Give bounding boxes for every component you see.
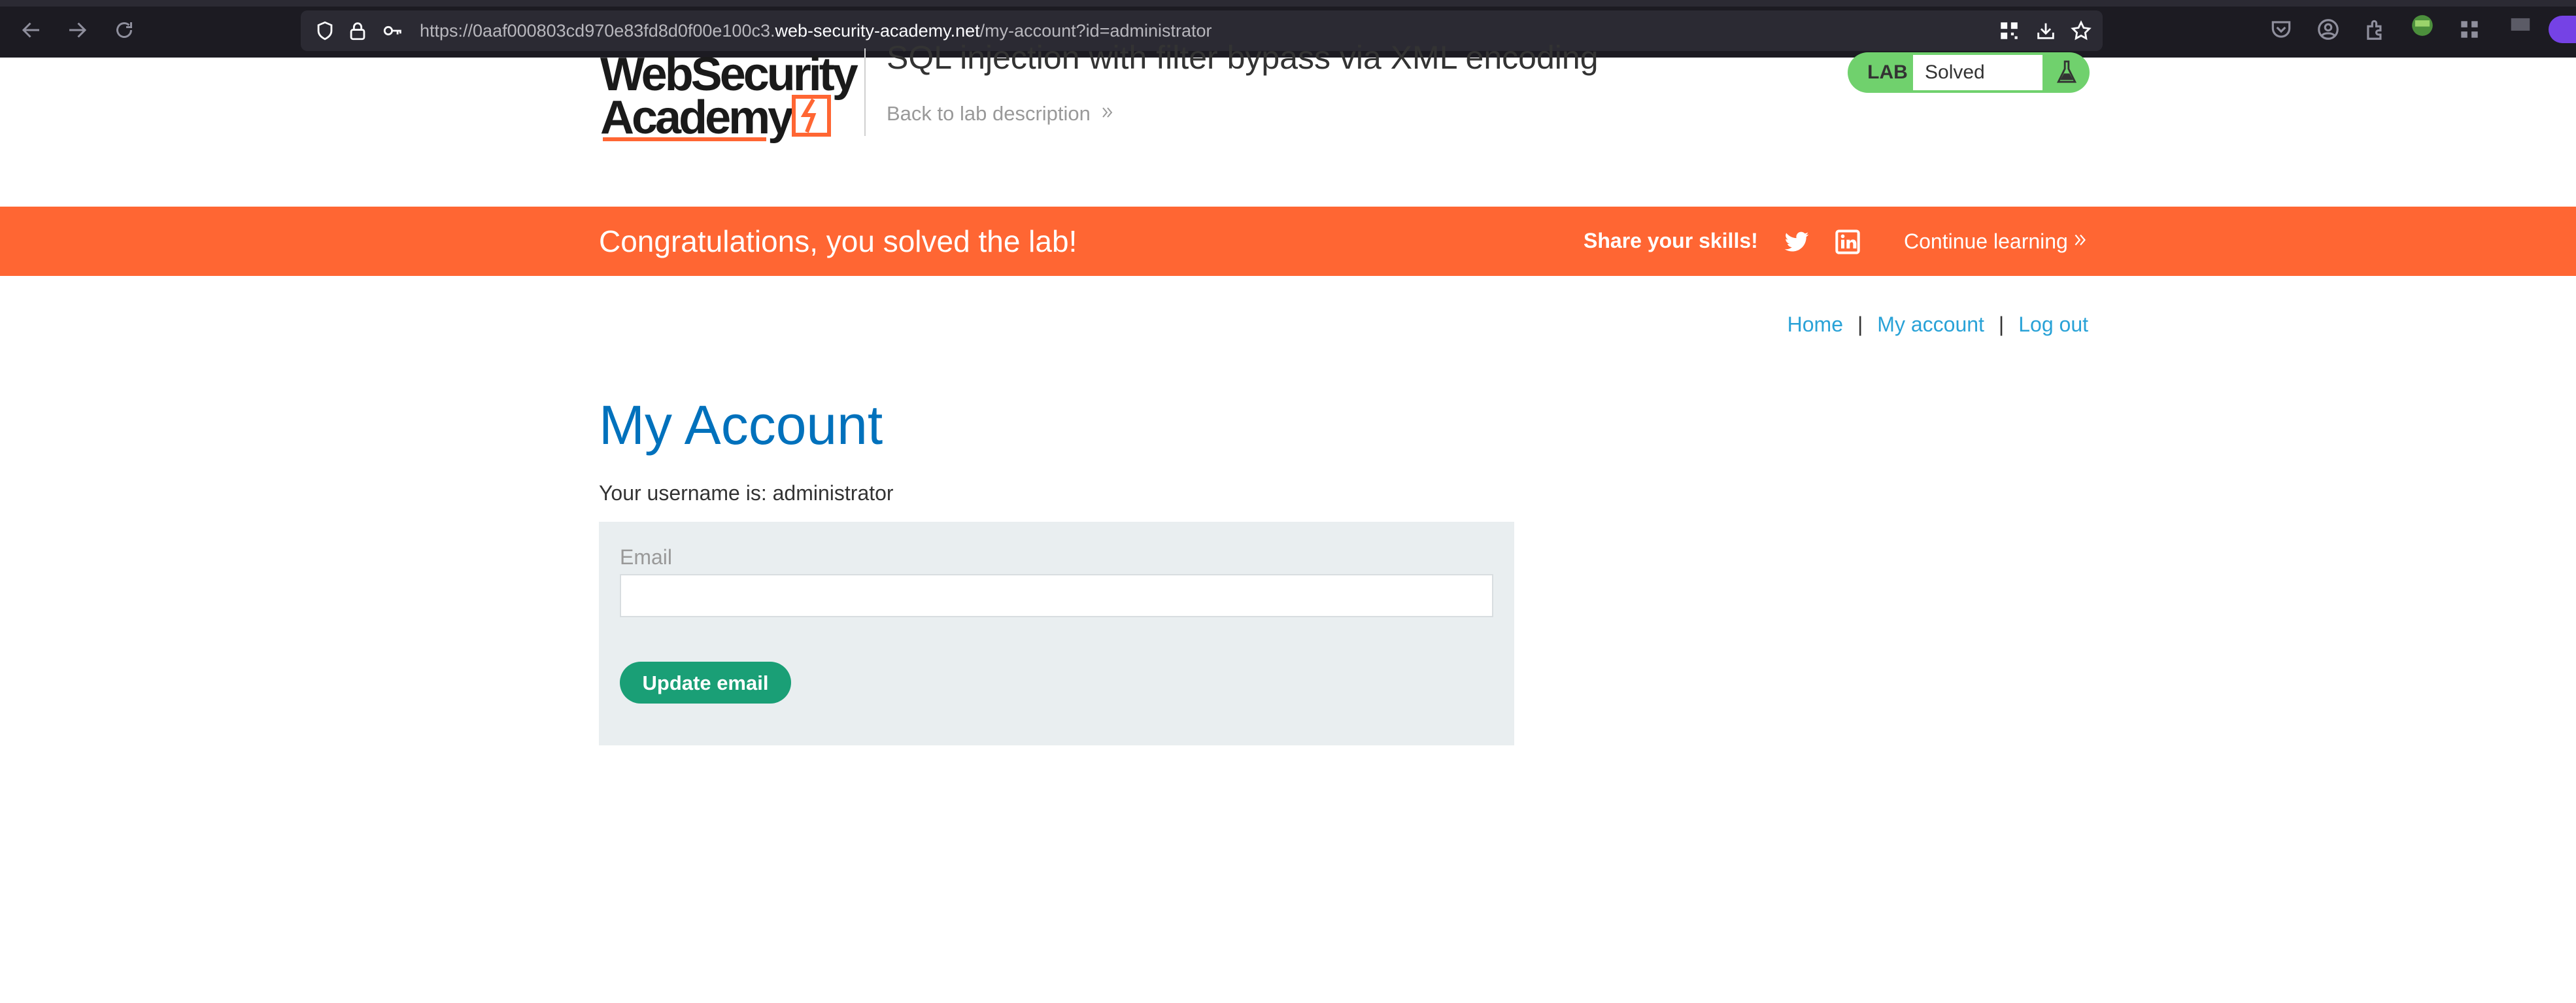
pocket-icon[interactable] xyxy=(2269,17,2294,42)
email-field[interactable] xyxy=(620,574,1493,617)
log-out-link[interactable]: Log out xyxy=(2018,313,2088,336)
logo-line-2: Academy xyxy=(600,92,794,144)
account-icon[interactable] xyxy=(2316,17,2341,42)
header-divider xyxy=(864,48,866,136)
forward-icon[interactable] xyxy=(63,16,92,44)
extensions-icon[interactable] xyxy=(2363,17,2388,42)
back-to-lab-link[interactable]: Back to lab description xyxy=(887,102,1115,126)
download-icon[interactable] xyxy=(2035,20,2057,42)
logo-mark-icon xyxy=(792,95,831,137)
academy-logo[interactable]: WebSecurity Academy xyxy=(600,48,862,146)
solved-notification: Congratulations, you solved the lab! Sha… xyxy=(0,207,2576,276)
twitter-icon[interactable] xyxy=(1784,229,1810,255)
lab-status-badge: LAB Solved xyxy=(1848,52,2090,93)
page-title: My Account xyxy=(599,394,883,456)
linkedin-icon[interactable] xyxy=(1835,229,1861,255)
reload-icon[interactable] xyxy=(110,16,139,44)
qr-icon[interactable] xyxy=(1998,20,2020,42)
logo-underline xyxy=(603,137,766,141)
back-link-label: Back to lab description xyxy=(887,102,1091,125)
key-icon[interactable] xyxy=(382,20,404,42)
continue-learning-link[interactable]: Continue learning xyxy=(1904,207,2089,276)
lock-icon[interactable] xyxy=(347,20,369,42)
lab-title: SQL injection with filter bypass via XML… xyxy=(887,39,1599,76)
change-email-form: Email Update email xyxy=(599,522,1514,745)
star-icon[interactable] xyxy=(2070,20,2092,42)
flask-icon xyxy=(2044,52,2090,93)
solved-message: Congratulations, you solved the lab! xyxy=(599,224,1077,258)
username-text: Your username is: administrator xyxy=(599,481,894,505)
double-chevron-right-icon xyxy=(2072,207,2089,276)
update-email-button[interactable]: Update email xyxy=(620,662,791,704)
my-account-link[interactable]: My account xyxy=(1877,313,1984,336)
share-skills-label: Share your skills! xyxy=(1584,229,1758,252)
nav-separator: | xyxy=(1998,313,2005,336)
home-link[interactable]: Home xyxy=(1788,313,1843,336)
grid-icon[interactable] xyxy=(2457,17,2482,42)
email-label: Email xyxy=(620,545,673,569)
lab-badge-label: LAB xyxy=(1867,61,1908,83)
profile-badge[interactable] xyxy=(2549,16,2576,43)
shield-icon[interactable] xyxy=(314,20,336,42)
tab-strip xyxy=(0,0,2576,7)
burp-icon[interactable] xyxy=(2410,13,2435,38)
account-nav: Home | My account | Log out xyxy=(1788,313,2088,337)
overflow-extension-icon[interactable] xyxy=(2508,13,2533,38)
nav-separator: | xyxy=(1857,313,1863,336)
back-icon[interactable] xyxy=(17,16,46,44)
lab-status-text: Solved xyxy=(1913,55,2042,90)
double-chevron-right-icon xyxy=(1100,102,1115,126)
continue-learning-label: Continue learning xyxy=(1904,230,2068,253)
